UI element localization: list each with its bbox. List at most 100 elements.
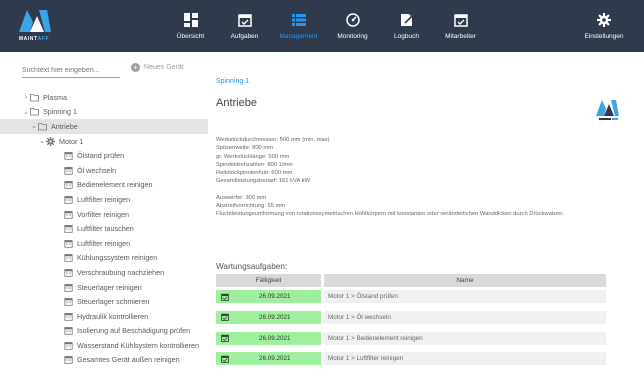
table-row[interactable]: 26.09.2021 Motor 1 > Ölstand prüfen <box>216 290 606 303</box>
logo-mark-icon <box>596 100 619 120</box>
chevron-down-icon[interactable]: ⌄ <box>38 137 46 145</box>
spec-line: Reitstockpinolenhub: 600 mm <box>216 170 293 177</box>
device-tree: › Plasma ⌄ Spinning 1 ⌄ Antriebe ⌄ Motor 1 Ölsta… <box>0 90 208 367</box>
calendar-check-icon <box>453 13 468 27</box>
calendar-check-icon <box>221 293 229 301</box>
spec-line: gr. Werkstücklänge: 500 mm <box>216 153 290 160</box>
plus-icon: + <box>131 63 140 72</box>
tree-item[interactable]: › Plasma <box>0 90 208 105</box>
breadcrumb[interactable]: Spinning 1 <box>216 78 249 85</box>
task-name-cell: Motor 1 > Luftfilter reinigen <box>324 352 606 366</box>
tree-item-label: Plasma <box>43 92 67 102</box>
sidebar: + Neues Gerät › Plasma ⌄ Spinning 1 ⌄ Antrieb… <box>0 52 208 379</box>
tree-item[interactable]: Steuerlager schmieren <box>0 294 208 309</box>
spec-line: Fluchtleistungsumformung von rotationssy… <box>216 211 565 218</box>
nav-overview[interactable]: Übersicht <box>168 0 213 52</box>
tree-item-label: Gesamtes Gerät außen reinigen <box>77 355 180 365</box>
table-header: Fälligkeit Name <box>216 274 606 287</box>
tree-item-label: Motor 1 <box>59 136 84 146</box>
table-body: 26.09.2021 Motor 1 > Ölstand prüfen 26.09.… <box>216 290 606 366</box>
calendar-icon <box>64 355 73 365</box>
calendar-icon <box>64 210 73 219</box>
spec-line: Spindeldrehzahlen: 800 1/min <box>216 161 293 168</box>
calendar-icon <box>64 283 73 292</box>
top-navigation-bar: MAINTAFF Übersicht Aufgaben Management M… <box>0 0 644 52</box>
calendar-icon <box>64 253 73 263</box>
column-header-due[interactable]: Fälligkeit <box>216 274 321 287</box>
tree-item[interactable]: Luftfilter reinigen <box>0 192 208 207</box>
calendar-icon <box>64 151 73 160</box>
list-icon <box>291 13 306 26</box>
tree-item-label: Spinning 1 <box>43 107 77 117</box>
gear-icon <box>597 12 611 27</box>
tree-item[interactable]: Wasserstand Kühlsystem kontrollieren <box>0 338 208 353</box>
tree-item[interactable]: ⌄ Antriebe <box>0 119 208 134</box>
nav-management[interactable]: Management <box>276 0 321 52</box>
tree-item-label: Luftfilter tauschen <box>77 224 134 234</box>
main-nav: Übersicht Aufgaben Management Monitoring… <box>168 0 492 52</box>
gauge-icon <box>345 12 360 27</box>
tree-item[interactable]: Öl wechseln <box>0 163 208 178</box>
nav-employees[interactable]: Mitarbeiter <box>438 0 483 52</box>
tree-item[interactable]: Luftfilter reinigen <box>0 236 208 251</box>
settings-label: Einstellungen <box>584 32 624 40</box>
table-row[interactable]: 26.09.2021 Motor 1 > Bedienelement reinig… <box>216 331 606 345</box>
calendar-icon <box>64 239 73 248</box>
tree-item[interactable]: Isolierung auf Beschädigung prüfen <box>0 324 208 339</box>
tree-item[interactable]: Vorfilter reinigen <box>0 207 208 222</box>
chevron-down-icon[interactable]: ⌄ <box>22 108 30 116</box>
column-header-name[interactable]: Name <box>324 274 606 287</box>
tree-item-label: Luftfilter reinigen <box>77 238 131 248</box>
tree-item[interactable]: Hydraulik kontrollieren <box>0 309 208 324</box>
table-row[interactable]: 26.09.2021 Motor 1 > Öl wechseln <box>216 310 606 324</box>
page-title: Antriebe <box>216 97 257 109</box>
tree-item[interactable]: Luftfilter tauschen <box>0 221 208 236</box>
nav-monitoring[interactable]: Monitoring <box>330 0 375 52</box>
spec-line: Abstreifvorrichtung: 55 mm <box>216 203 286 210</box>
chevron-right-icon[interactable]: › <box>22 94 30 101</box>
due-date-text: 26.09.2021 <box>259 293 291 300</box>
tree-item[interactable]: Bedienelement reinigen <box>0 178 208 193</box>
due-date-cell: 26.09.2021 <box>216 290 321 303</box>
task-name-cell: Motor 1 > Bedienelement reinigen <box>324 331 606 345</box>
logo-mark-icon <box>19 10 51 32</box>
tree-item[interactable]: Gesamtes Gerät außen reinigen <box>0 353 208 368</box>
notebook-edit-icon <box>400 13 414 26</box>
calendar-check-icon <box>237 13 252 27</box>
calendar-check-icon <box>221 334 229 342</box>
main-content: Spinning 1 Antriebe Werkstückdurchmesser… <box>216 52 644 379</box>
tree-item-label: Kühlungssystem reinigen <box>77 253 158 263</box>
tree-item[interactable]: Kühlungssystem reinigen <box>0 251 208 266</box>
folder-icon <box>38 122 47 131</box>
folder-icon <box>30 93 39 102</box>
maintenance-tasks-heading: Wartungsaufgaben: <box>216 262 288 271</box>
spec-line: Auswerfer: 300 mm <box>216 194 267 201</box>
chevron-down-icon[interactable]: ⌄ <box>30 122 38 130</box>
nav-logbook[interactable]: Logbuch <box>384 0 429 52</box>
calendar-icon <box>64 268 73 277</box>
calendar-icon <box>64 312 73 321</box>
tree-item-label: Ölstand prüfen <box>77 151 125 161</box>
tree-item[interactable]: Verschraubung nachziehen <box>0 265 208 280</box>
spec-line: Spitzenweite: 800 mm <box>216 145 274 152</box>
new-device-button[interactable]: + Neues Gerät <box>131 63 184 72</box>
search-input[interactable] <box>22 64 120 78</box>
spec-spacer <box>216 186 621 194</box>
due-date-cell: 26.09.2021 <box>216 331 321 345</box>
calendar-icon <box>64 297 73 306</box>
tree-item-label: Steuerlager schmieren <box>77 297 150 307</box>
nav-overview-label: Übersicht <box>176 32 205 40</box>
settings-button[interactable]: Einstellungen <box>574 0 634 52</box>
device-specifications: Werkstückdurchmesser: 500 mm (min. max) S… <box>216 136 621 219</box>
calendar-icon <box>64 341 73 350</box>
tree-item[interactable]: Steuerlager reinigen <box>0 280 208 295</box>
nav-tasks[interactable]: Aufgaben <box>222 0 267 52</box>
tree-item-label: Verschraubung nachziehen <box>77 267 165 277</box>
tree-item[interactable]: ⌄ Motor 1 <box>0 134 208 149</box>
tree-item[interactable]: ⌄ Spinning 1 <box>0 105 208 120</box>
maintaff-logo[interactable]: MAINTAFF <box>14 8 54 46</box>
table-row[interactable]: 26.09.2021 Motor 1 > Luftfilter reinigen <box>216 352 606 366</box>
tree-item-label: Bedienelement reinigen <box>77 180 153 190</box>
calendar-icon <box>64 326 73 335</box>
tree-item[interactable]: Ölstand prüfen <box>0 148 208 163</box>
